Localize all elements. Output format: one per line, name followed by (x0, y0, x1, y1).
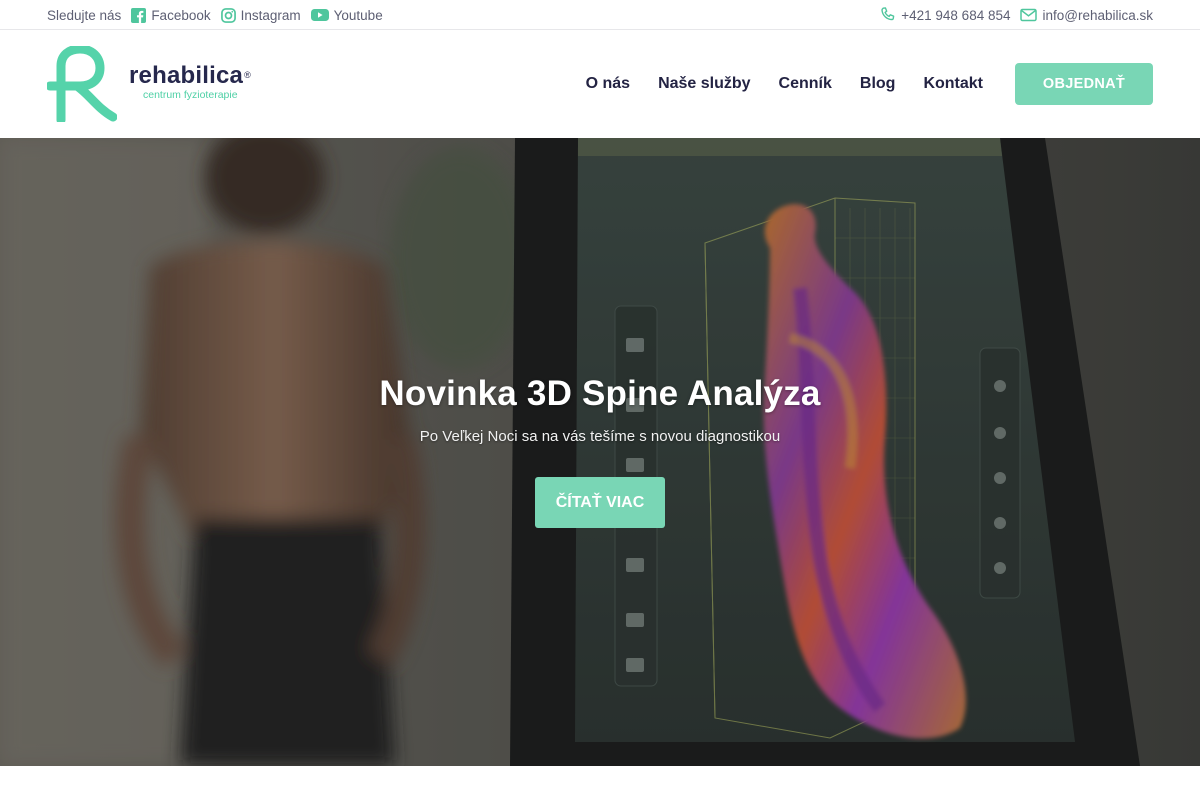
nav-item-about[interactable]: O nás (586, 75, 630, 93)
logo-r-mark (47, 46, 117, 122)
hero-subtitle: Po Veľkej Noci sa na vás tešíme s novou … (419, 428, 781, 445)
facebook-icon (131, 7, 147, 23)
nav-item-services[interactable]: Naše služby (658, 75, 750, 93)
social-links: Sledujte nás Facebook Instagram Youtube (47, 0, 383, 30)
hero-banner: Novinka 3D Spine Analýza Po Veľkej Noci … (0, 138, 1200, 766)
facebook-label: Facebook (151, 7, 211, 23)
follow-label: Sledujte nás (47, 7, 122, 23)
email-link[interactable]: info@rehabilica.sk (1020, 8, 1153, 23)
instagram-icon (220, 7, 236, 23)
youtube-label: Youtube (333, 7, 383, 23)
contact-links: +421 948 684 854 info@rehabilica.sk (880, 0, 1153, 30)
youtube-link[interactable]: Youtube (310, 7, 383, 23)
site-header: rehabilica® centrum fyzioterapie O nás N… (0, 30, 1200, 138)
facebook-link[interactable]: Facebook (131, 7, 211, 23)
top-bar: Sledujte nás Facebook Instagram Youtube … (0, 0, 1200, 30)
brand-name: rehabilica (129, 62, 244, 89)
page-content-start (0, 766, 1200, 788)
hero-title: Novinka 3D Spine Analýza (379, 374, 821, 413)
order-button[interactable]: OBJEDNAŤ (1015, 63, 1153, 105)
youtube-icon (310, 8, 329, 22)
phone-icon (880, 7, 896, 23)
phone-number: +421 948 684 854 (901, 7, 1011, 23)
instagram-link[interactable]: Instagram (220, 7, 301, 23)
instagram-label: Instagram (240, 7, 301, 23)
read-more-button[interactable]: ČÍTAŤ VIAC (535, 477, 665, 528)
brand-tagline: centrum fyzioterapie (143, 89, 238, 101)
registered-mark: ® (244, 70, 251, 80)
main-nav: O nás Naše služby Cenník Blog Kontakt (586, 30, 983, 138)
hero-content: Novinka 3D Spine Analýza Po Veľkej Noci … (0, 374, 1200, 528)
nav-item-pricing[interactable]: Cenník (779, 75, 832, 93)
phone-link[interactable]: +421 948 684 854 (880, 7, 1010, 23)
nav-item-blog[interactable]: Blog (860, 75, 896, 93)
logo[interactable]: rehabilica® centrum fyzioterapie (47, 46, 251, 122)
nav-item-contact[interactable]: Kontakt (923, 75, 983, 93)
email-address: info@rehabilica.sk (1042, 7, 1153, 23)
envelope-icon (1020, 8, 1038, 22)
